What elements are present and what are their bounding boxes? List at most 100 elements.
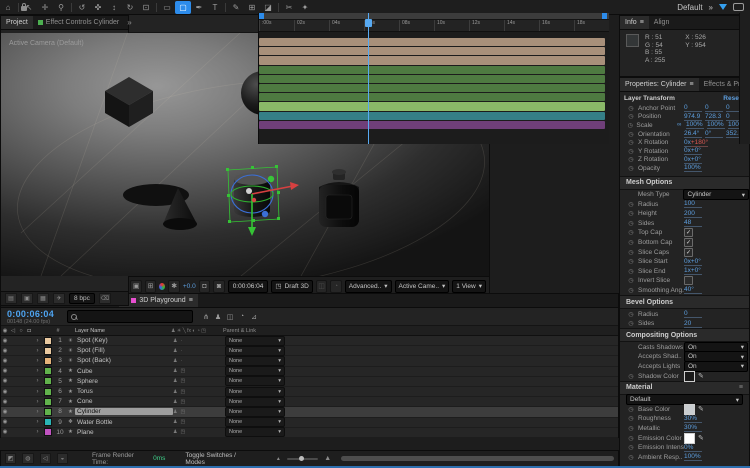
stopwatch-icon[interactable]: ◷ [624,220,638,227]
comments-icon[interactable] [733,3,744,11]
layer-bar[interactable] [259,84,605,92]
checkbox[interactable] [684,238,693,247]
3d-view-dropdown[interactable]: Active Came..▾ [395,280,450,293]
layer-row-spot-back[interactable]: ◉›3☀Spot (Back)♟·None▾ [1,356,618,366]
timeline-search-input[interactable] [67,310,193,323]
preview-timecode[interactable]: 0:00:06:04 [228,280,269,293]
shy-icon[interactable]: ♟ [213,313,223,321]
lock-icon[interactable] [21,6,27,11]
motion-blur-icon[interactable]: ◔ [330,280,341,293]
base-color-swatch[interactable] [684,404,695,415]
shy-switch[interactable]: ♟ [173,399,177,405]
expand-arrow-icon[interactable]: › [33,429,42,435]
3d-switch[interactable]: ◳ [180,378,185,384]
eye-icon[interactable]: ◉ [1,358,9,364]
puppet-pin-tool-icon[interactable]: ✦ [297,1,313,14]
effects-switch[interactable]: · [180,348,182,354]
layer-row-spot-key[interactable]: ◉›1☀Spot (Key)♟·None▾ [1,336,618,346]
stopwatch-icon[interactable]: ◷ [624,415,638,422]
tab-project[interactable]: Project [1,16,33,29]
expand-arrow-icon[interactable]: › [33,378,42,384]
frame-blend-icon[interactable]: ◫ [225,313,235,321]
motion-blur-icon[interactable]: ◔ [237,313,247,321]
eye-icon[interactable]: ◉ [1,378,9,384]
stopwatch-icon[interactable]: ◷ [624,268,638,275]
number-column-header[interactable]: # [52,328,64,334]
shy-switch[interactable]: ♟ [173,378,177,384]
rulers-icon[interactable]: ⊞ [145,280,156,293]
stopwatch-icon[interactable]: ◷ [624,105,638,112]
eye-icon[interactable]: ◉ [1,419,9,425]
stopwatch-icon[interactable]: ◷ [624,287,638,294]
zoom-out-mountain-icon[interactable]: ▲ [276,456,281,462]
fast-previews-dropdown[interactable]: ◳Draft 3D [271,280,312,293]
frame-blend-icon[interactable]: ◫ [316,280,327,293]
stopwatch-icon[interactable]: ◷ [624,425,638,432]
mesh-type-dropdown[interactable]: Cylinder▾ [683,189,749,200]
interpret-footage-icon[interactable]: ▤ [5,293,17,304]
layer-bar[interactable] [259,66,605,74]
layer-bar[interactable] [259,121,605,129]
stopwatch-icon[interactable]: ◷ [624,406,638,413]
stopwatch-icon[interactable]: ◷ [624,311,638,318]
parent-link-dropdown[interactable]: None▾ [225,387,285,397]
layer-bar[interactable] [259,93,605,101]
parent-link-dropdown[interactable]: None▾ [225,346,285,356]
orbit-camera-tool-icon[interactable]: ↺ [74,1,90,14]
work-area-bar[interactable] [259,13,609,20]
stopwatch-icon[interactable]: ◷ [624,229,638,236]
panel-menu-icon[interactable]: ≡ [640,19,644,26]
rect-tool-icon[interactable]: ▭ [159,1,175,14]
link-dimensions-icon[interactable]: ∞ [677,122,686,128]
eyedropper-icon[interactable]: ✎ [698,434,704,442]
3d-switch[interactable]: ◳ [180,429,185,435]
eye-icon[interactable]: ◉ [1,348,9,354]
tab-properties[interactable]: Properties: Cylinder ≡ [620,78,699,91]
tab-effect-controls[interactable]: Effect Controls Cylinder [33,16,124,29]
view-count-dropdown[interactable]: 1 View▾ [452,280,486,293]
shy-switch[interactable]: ♟ [173,358,177,364]
time-ruler[interactable]: :00s 02s 04s 06s 08s 10s 12s 14s 16s 18s [259,20,609,32]
clone-stamp-tool-icon[interactable]: ⊞ [244,1,260,14]
layer-bar-selected[interactable] [259,102,605,110]
shy-switch[interactable]: ♟ [173,419,177,425]
label-swatch[interactable] [44,398,52,406]
parent-link-dropdown[interactable]: None▾ [225,336,285,346]
layer-row-torus[interactable]: ◉›6★Torus♟◳None▾ [1,387,618,397]
label-swatch[interactable] [44,347,52,355]
exposure-gear-icon[interactable]: ✱ [168,280,179,293]
eye-icon[interactable]: ◉ [1,399,9,405]
roto-brush-tool-icon[interactable]: ✂ [281,1,297,14]
gizmo-center[interactable] [246,188,252,194]
eyedropper-icon[interactable]: ✎ [698,405,704,413]
toggle-switches-modes-button[interactable]: Toggle Switches / Modes [185,452,251,466]
3d-switch[interactable]: ◳ [180,419,185,425]
parent-link-dropdown[interactable]: None▾ [225,376,285,386]
zoom-slider-knob[interactable] [299,456,304,461]
effects-switch[interactable]: · [180,358,182,364]
stopwatch-icon[interactable]: ◷ [624,210,638,217]
current-time-display[interactable]: 0:00:06:04 00148 (24.00 fps) [1,309,67,325]
shy-switch[interactable]: ♟ [173,389,177,395]
red-handle[interactable] [252,198,256,202]
expand-arrow-icon[interactable]: › [33,338,42,344]
stopwatch-icon[interactable]: ◷ [624,131,638,138]
trash-icon[interactable]: ⌫ [99,293,111,304]
snapshot-icon[interactable]: ◒ [57,453,68,464]
guides-icon[interactable]: ▣ [130,280,141,293]
snapshot-camera-icon[interactable]: ◘ [199,280,210,293]
shy-switch[interactable]: ♟ [173,348,177,354]
checkbox[interactable] [684,228,693,237]
camera-tool-icon[interactable]: ⊡ [138,1,154,14]
stopwatch-icon[interactable]: ◷ [624,139,638,146]
brush-tool-icon[interactable]: ✎ [228,1,244,14]
eye-icon[interactable]: ◉ [1,368,9,374]
stopwatch-icon[interactable]: ◷ [624,156,638,163]
effects-switch[interactable]: · [180,338,182,344]
3d-switch[interactable]: ◳ [180,399,185,405]
timeline-track-area[interactable]: :00s 02s 04s 06s 08s 10s 12s 14s 16s 18s [258,13,609,144]
layer-row-water-bottle[interactable]: ◉›9❖Water Bottle♟◳None▾ [1,418,618,428]
shy-switch[interactable]: ♟ [173,368,177,374]
timeline-scrollbar-track[interactable] [739,13,750,144]
parent-link-dropdown[interactable]: None▾ [225,366,285,376]
